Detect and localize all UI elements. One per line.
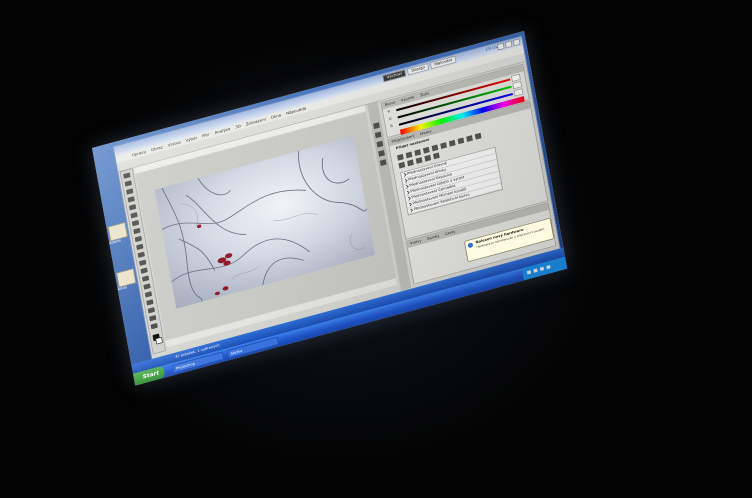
hue-saturation-icon[interactable] <box>440 142 447 149</box>
volume-icon[interactable] <box>533 268 538 273</box>
dodge-tool-icon[interactable] <box>141 275 150 282</box>
red-berry <box>214 291 220 296</box>
maximize-icon[interactable] <box>504 40 513 49</box>
shape-tool-icon[interactable] <box>147 307 155 314</box>
path-select-tool-icon[interactable] <box>146 299 154 306</box>
red-berry <box>196 224 202 229</box>
brightness-contrast-icon[interactable] <box>397 153 404 161</box>
lasso-tool-icon[interactable] <box>126 188 134 195</box>
clone-stamp-tool-icon[interactable] <box>134 235 143 243</box>
background-color-swatch[interactable] <box>155 336 163 345</box>
marquee-tool-icon[interactable] <box>124 180 132 187</box>
character-icon[interactable] <box>379 159 387 167</box>
eyedropper-tool-icon[interactable] <box>130 212 138 219</box>
network-icon[interactable] <box>526 270 532 275</box>
color-balance-icon[interactable] <box>448 139 456 147</box>
tab-layers[interactable]: Vrstvy <box>410 238 423 248</box>
photo-canvas[interactable] <box>154 136 376 309</box>
clone-source-icon[interactable] <box>378 149 385 157</box>
pen-tool-icon[interactable] <box>143 283 151 290</box>
history-brush-tool-icon[interactable] <box>136 243 144 251</box>
tab-channels[interactable]: Kanály <box>427 233 440 243</box>
hardware-icon[interactable] <box>546 264 551 270</box>
channel-mixer-icon[interactable] <box>474 132 482 140</box>
zoom-tool-icon[interactable] <box>150 322 158 330</box>
tab-paths[interactable]: Cesty <box>445 228 456 237</box>
red-berry <box>222 286 229 291</box>
menu-3d[interactable]: 3D <box>235 124 241 129</box>
gradient-tool-icon[interactable] <box>139 259 147 266</box>
blur-tool-icon[interactable] <box>140 267 148 274</box>
black-white-icon[interactable] <box>457 137 465 145</box>
hand-tool-icon[interactable] <box>149 314 157 322</box>
posterize-icon[interactable] <box>407 159 414 167</box>
monitor: Adobe Adob Výchozí Design Malování CS Li… <box>0 0 752 498</box>
photo-branches <box>161 150 368 302</box>
actions-icon[interactable] <box>374 131 382 139</box>
red-berry <box>225 253 233 259</box>
history-icon[interactable] <box>373 122 380 130</box>
healing-brush-tool-icon[interactable] <box>131 219 140 227</box>
quick-select-tool-icon[interactable] <box>127 196 135 203</box>
brush-tool-icon[interactable] <box>133 227 141 235</box>
invert-icon[interactable] <box>398 161 406 169</box>
threshold-icon[interactable] <box>415 157 423 164</box>
levels-icon[interactable] <box>405 151 413 159</box>
gradient-map-icon[interactable] <box>424 154 432 162</box>
tab-color[interactable]: Barva <box>384 99 396 108</box>
vibrance-icon[interactable] <box>431 144 439 152</box>
security-icon[interactable] <box>539 266 545 271</box>
photo-filter-icon[interactable] <box>466 135 473 142</box>
exposure-icon[interactable] <box>422 146 430 154</box>
eraser-tool-icon[interactable] <box>137 251 145 258</box>
selective-color-icon[interactable] <box>433 152 440 160</box>
minimize-icon[interactable] <box>497 42 505 51</box>
crop-tool-icon[interactable] <box>128 204 137 211</box>
curves-icon[interactable] <box>414 149 422 157</box>
type-tool-icon[interactable] <box>144 291 153 298</box>
move-tool-icon[interactable] <box>123 172 131 179</box>
brush-presets-icon[interactable] <box>376 140 384 148</box>
close-icon[interactable] <box>512 38 521 47</box>
screen: Adobe Adob Výchozí Design Malování CS Li… <box>92 31 568 386</box>
